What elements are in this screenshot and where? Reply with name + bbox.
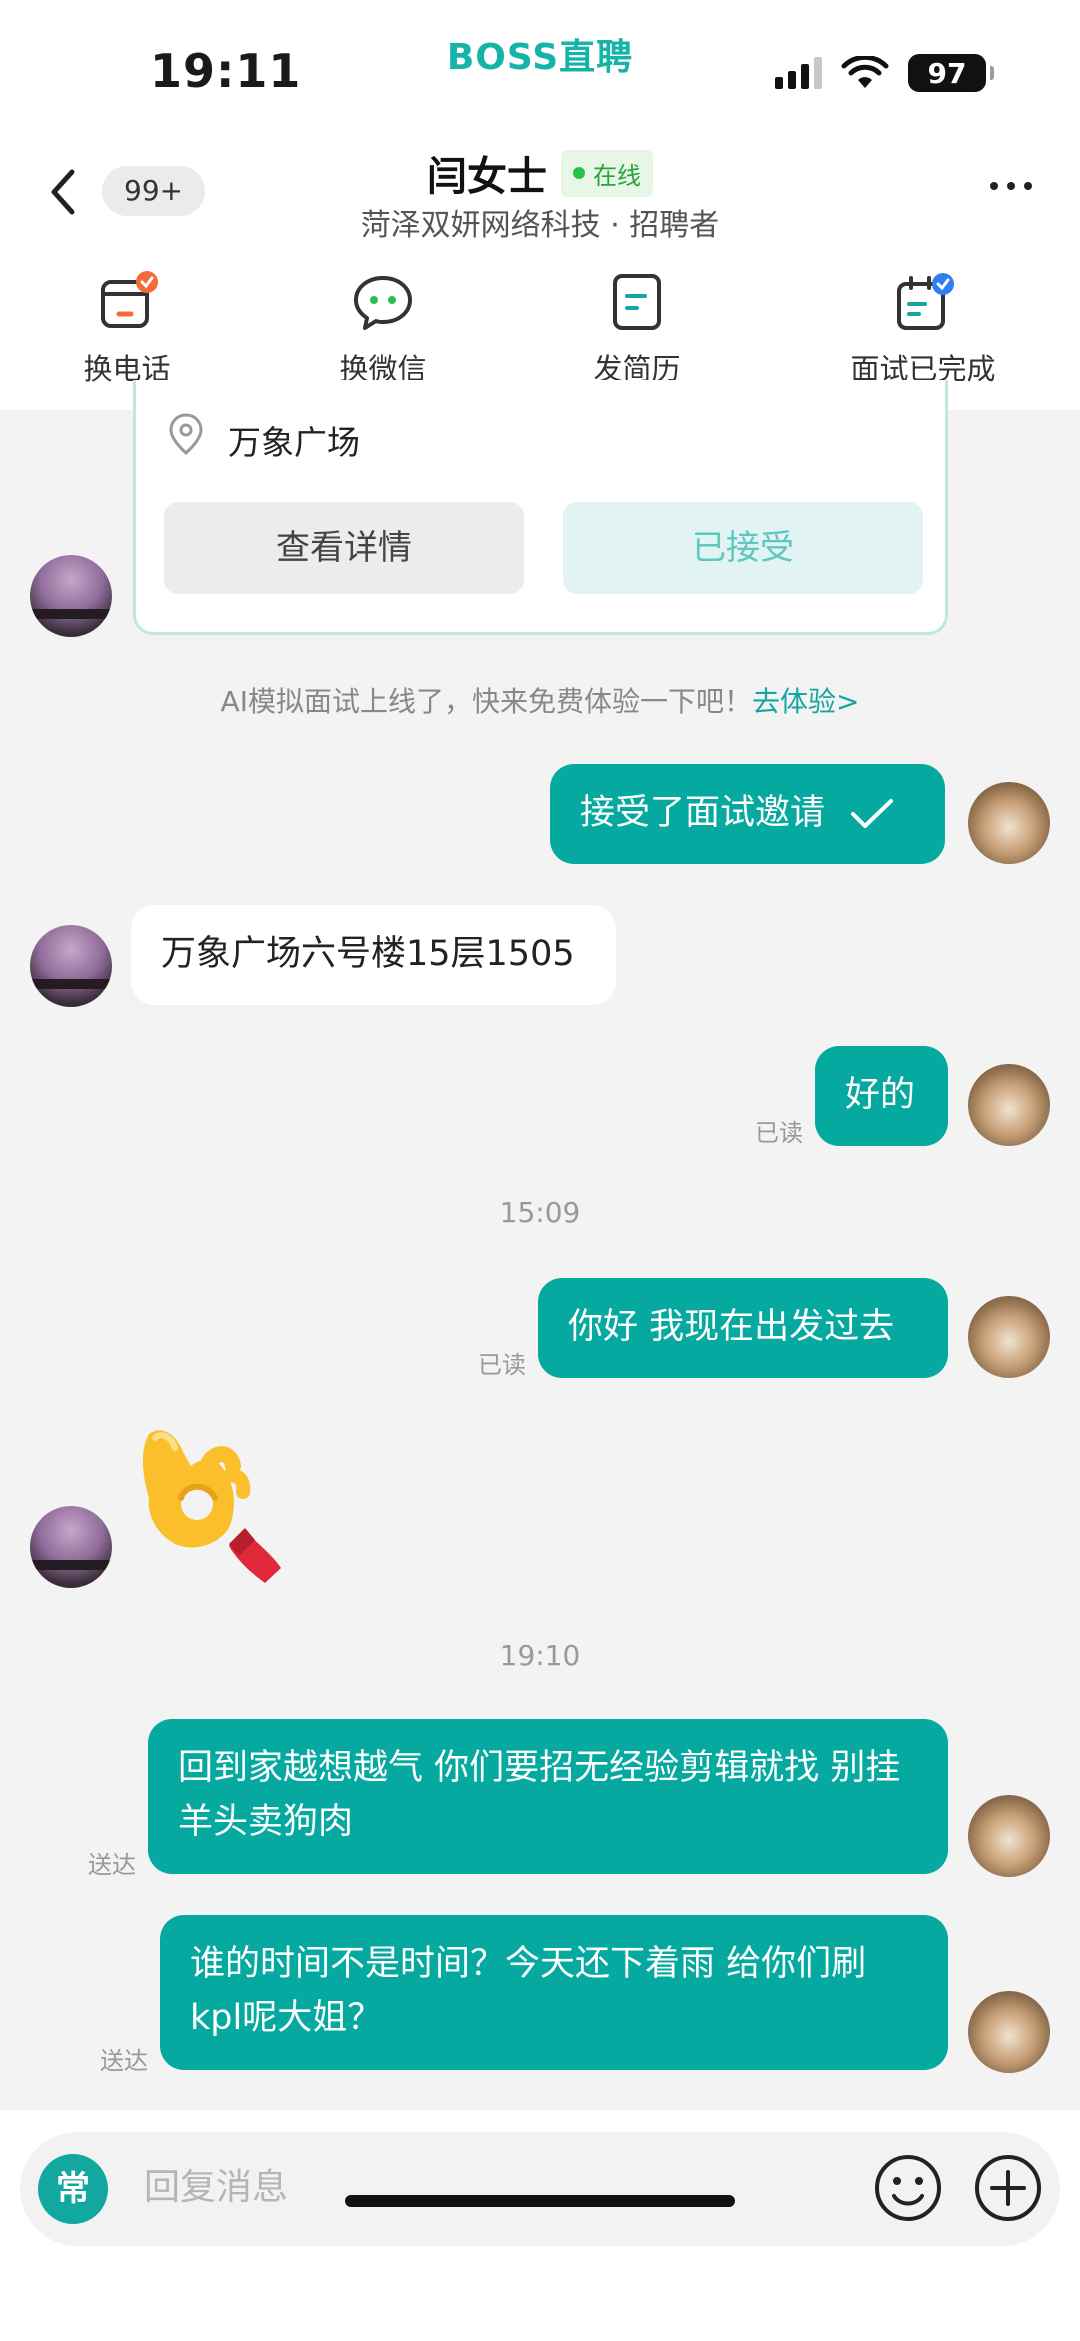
status-bar: 19:11 BOSS直聘 97	[0, 0, 1080, 130]
home-indicator	[345, 2195, 735, 2207]
system-note: AI模拟面试上线了，快来免费体验一下吧！去体验>	[0, 680, 1080, 720]
my-avatar[interactable]	[968, 1795, 1050, 1877]
read-status: 已读	[478, 1351, 526, 1379]
more-dots-icon[interactable]	[990, 182, 1032, 190]
recruiter-avatar[interactable]	[30, 925, 112, 1007]
battery-icon: 97	[908, 54, 994, 92]
message-text: 你好 我现在出发过去	[568, 1307, 895, 1347]
recruiter-avatar[interactable]	[30, 1506, 112, 1588]
smiley-icon[interactable]	[870, 2150, 946, 2226]
timestamp: 19:10	[499, 1639, 581, 1672]
recruiter-avatar[interactable]	[30, 555, 112, 637]
action-send-resume[interactable]: 发简历	[537, 270, 737, 388]
location-pin-icon	[169, 413, 203, 455]
interview-invite-card: 万象广场 查看详情 已接受	[133, 380, 948, 635]
check-icon	[851, 799, 894, 828]
message-bubble-them[interactable]: 万象广场六号楼15层1505	[131, 905, 616, 1005]
message-text: 接受了面试邀请	[580, 793, 826, 833]
message-text: 谁的时间不是时间？今天还下着雨 给你们刷kpl呢大姐？	[190, 1944, 867, 2038]
input-bar: 常 回复消息	[0, 2110, 1080, 2341]
action-interview-done[interactable]: 面试已完成	[823, 270, 1023, 388]
delivery-status: 送达	[100, 2047, 148, 2075]
message-bubble-me[interactable]: 回到家越想越气 你们要招无经验剪辑就找 别挂羊头卖狗肉	[148, 1719, 948, 1874]
chat-header: 99+ 闫女士 在线 菏泽双妍网络科技 · 招聘者 换电话 换微信 发简历 面试…	[0, 130, 1080, 410]
my-avatar[interactable]	[968, 1064, 1050, 1146]
cellular-signal-icon	[775, 57, 822, 89]
phone-exchange-icon	[101, 271, 158, 328]
action-exchange-phone[interactable]: 换电话	[27, 270, 227, 388]
action-exchange-wechat[interactable]: 换微信	[283, 270, 483, 388]
interview-done-icon	[897, 273, 954, 330]
system-note-text: AI模拟面试上线了，快来免费体验一下吧！	[220, 685, 752, 718]
online-dot-icon	[573, 167, 585, 179]
contact-name[interactable]: 闫女士	[427, 144, 547, 202]
reply-input-container: 常 回复消息	[20, 2132, 1060, 2246]
reply-input[interactable]: 回复消息	[144, 2160, 288, 2216]
try-it-link[interactable]: 去体验>	[752, 685, 859, 718]
plus-circle-icon[interactable]	[970, 2150, 1046, 2226]
ok-hand-emoji[interactable]	[133, 1418, 283, 1588]
message-text: 回到家越想越气 你们要招无经验剪辑就找 别挂羊头卖狗肉	[178, 1748, 901, 1842]
read-status: 已读	[755, 1119, 803, 1147]
view-details-button[interactable]: 查看详情	[164, 502, 524, 594]
my-avatar[interactable]	[968, 782, 1050, 864]
timestamp: 15:09	[499, 1196, 581, 1229]
online-label: 在线	[593, 161, 641, 190]
message-text: 好的	[845, 1075, 916, 1115]
message-bubble-me[interactable]: 谁的时间不是时间？今天还下着雨 给你们刷kpl呢大姐？	[160, 1915, 948, 2070]
resume-icon	[613, 274, 661, 330]
my-avatar[interactable]	[968, 1991, 1050, 2073]
online-status-badge: 在线	[561, 149, 653, 197]
my-avatar[interactable]	[968, 1296, 1050, 1378]
message-bubble-me[interactable]: 你好 我现在出发过去	[538, 1278, 948, 1378]
contact-line: 闫女士 在线	[0, 144, 1080, 202]
quick-reply-button[interactable]: 常	[38, 2154, 108, 2224]
delivery-status: 送达	[88, 1851, 136, 1879]
wifi-icon	[841, 56, 889, 88]
message-bubble-me[interactable]: 好的	[815, 1046, 948, 1146]
message-bubble-me[interactable]: 接受了面试邀请	[550, 764, 945, 864]
wechat-icon	[354, 276, 412, 330]
company-line: 菏泽双妍网络科技 · 招聘者	[360, 208, 720, 243]
status-icons: 97	[775, 54, 994, 92]
invite-location: 万象广场	[228, 423, 360, 462]
message-text: 万象广场六号楼15层1505	[161, 934, 575, 974]
accepted-button[interactable]: 已接受	[563, 502, 923, 594]
